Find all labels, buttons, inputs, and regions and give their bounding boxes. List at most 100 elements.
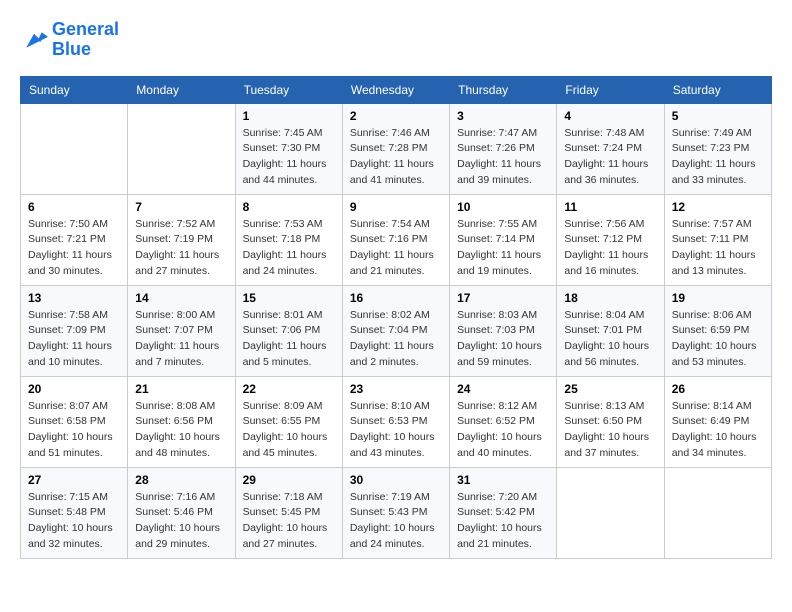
day-number: 31 bbox=[457, 473, 549, 487]
day-number: 26 bbox=[672, 382, 764, 396]
day-number: 9 bbox=[350, 200, 442, 214]
day-number: 3 bbox=[457, 109, 549, 123]
calendar-cell: 20 Sunrise: 8:07 AMSunset: 6:58 PMDayligh… bbox=[21, 376, 128, 467]
calendar-cell: 17 Sunrise: 8:03 AMSunset: 7:03 PMDayligh… bbox=[450, 285, 557, 376]
day-detail: Sunrise: 8:14 AMSunset: 6:49 PMDaylight:… bbox=[672, 399, 764, 462]
weekday-header-row: SundayMondayTuesdayWednesdayThursdayFrid… bbox=[21, 76, 772, 103]
day-detail: Sunrise: 8:13 AMSunset: 6:50 PMDaylight:… bbox=[564, 399, 656, 462]
day-detail: Sunrise: 7:57 AMSunset: 7:11 PMDaylight:… bbox=[672, 217, 764, 280]
logo: General Blue bbox=[20, 20, 119, 60]
calendar-cell: 16 Sunrise: 8:02 AMSunset: 7:04 PMDayligh… bbox=[342, 285, 449, 376]
day-detail: Sunrise: 7:55 AMSunset: 7:14 PMDaylight:… bbox=[457, 217, 549, 280]
day-detail: Sunrise: 8:03 AMSunset: 7:03 PMDaylight:… bbox=[457, 308, 549, 371]
calendar-cell: 8 Sunrise: 7:53 AMSunset: 7:18 PMDaylight… bbox=[235, 194, 342, 285]
day-detail: Sunrise: 7:48 AMSunset: 7:24 PMDaylight:… bbox=[564, 126, 656, 189]
day-number: 29 bbox=[243, 473, 335, 487]
day-number: 19 bbox=[672, 291, 764, 305]
day-number: 4 bbox=[564, 109, 656, 123]
day-number: 16 bbox=[350, 291, 442, 305]
day-number: 28 bbox=[135, 473, 227, 487]
calendar-cell bbox=[21, 103, 128, 194]
day-detail: Sunrise: 8:01 AMSunset: 7:06 PMDaylight:… bbox=[243, 308, 335, 371]
day-number: 11 bbox=[564, 200, 656, 214]
day-number: 18 bbox=[564, 291, 656, 305]
calendar-cell: 29 Sunrise: 7:18 AMSunset: 5:45 PMDayligh… bbox=[235, 467, 342, 558]
calendar-cell: 7Sunrise: 7:52 AMSunset: 7:19 PMDaylight… bbox=[128, 194, 235, 285]
weekday-header-monday: Monday bbox=[128, 76, 235, 103]
day-detail: Sunrise: 8:06 AMSunset: 6:59 PMDaylight:… bbox=[672, 308, 764, 371]
day-detail: Sunrise: 8:12 AMSunset: 6:52 PMDaylight:… bbox=[457, 399, 549, 462]
calendar-cell: 12 Sunrise: 7:57 AMSunset: 7:11 PMDayligh… bbox=[664, 194, 771, 285]
logo-text: General Blue bbox=[52, 20, 119, 60]
day-number: 25 bbox=[564, 382, 656, 396]
day-detail: Sunrise: 7:20 AMSunset: 5:42 PMDaylight:… bbox=[457, 490, 549, 553]
calendar-cell: 15Sunrise: 8:01 AMSunset: 7:06 PMDayligh… bbox=[235, 285, 342, 376]
day-detail: Sunrise: 7:47 AMSunset: 7:26 PMDaylight:… bbox=[457, 126, 549, 189]
day-detail: Sunrise: 7:53 AMSunset: 7:18 PMDaylight:… bbox=[243, 217, 335, 280]
day-number: 1 bbox=[243, 109, 335, 123]
day-detail: Sunrise: 7:50 AMSunset: 7:21 PMDaylight:… bbox=[28, 217, 120, 280]
day-detail: Sunrise: 8:10 AMSunset: 6:53 PMDaylight:… bbox=[350, 399, 442, 462]
calendar-week-4: 20 Sunrise: 8:07 AMSunset: 6:58 PMDayligh… bbox=[21, 376, 772, 467]
calendar-week-2: 6 Sunrise: 7:50 AMSunset: 7:21 PMDaylight… bbox=[21, 194, 772, 285]
day-number: 23 bbox=[350, 382, 442, 396]
day-number: 12 bbox=[672, 200, 764, 214]
calendar-cell: 6 Sunrise: 7:50 AMSunset: 7:21 PMDaylight… bbox=[21, 194, 128, 285]
day-number: 17 bbox=[457, 291, 549, 305]
day-detail: Sunrise: 7:52 AMSunset: 7:19 PMDaylight:… bbox=[135, 217, 227, 280]
calendar-cell: 18 Sunrise: 8:04 AMSunset: 7:01 PMDayligh… bbox=[557, 285, 664, 376]
day-detail: Sunrise: 8:02 AMSunset: 7:04 PMDaylight:… bbox=[350, 308, 442, 371]
weekday-header-saturday: Saturday bbox=[664, 76, 771, 103]
calendar-cell: 21 Sunrise: 8:08 AMSunset: 6:56 PMDayligh… bbox=[128, 376, 235, 467]
calendar-cell: 19 Sunrise: 8:06 AMSunset: 6:59 PMDayligh… bbox=[664, 285, 771, 376]
calendar-cell: 4 Sunrise: 7:48 AMSunset: 7:24 PMDaylight… bbox=[557, 103, 664, 194]
calendar-cell: 25 Sunrise: 8:13 AMSunset: 6:50 PMDayligh… bbox=[557, 376, 664, 467]
day-number: 24 bbox=[457, 382, 549, 396]
calendar-cell bbox=[128, 103, 235, 194]
day-detail: Sunrise: 8:07 AMSunset: 6:58 PMDaylight:… bbox=[28, 399, 120, 462]
calendar-cell: 13 Sunrise: 7:58 AMSunset: 7:09 PMDayligh… bbox=[21, 285, 128, 376]
calendar-cell: 30Sunrise: 7:19 AMSunset: 5:43 PMDayligh… bbox=[342, 467, 449, 558]
day-number: 20 bbox=[28, 382, 120, 396]
day-detail: Sunrise: 7:46 AMSunset: 7:28 PMDaylight:… bbox=[350, 126, 442, 189]
calendar-cell bbox=[664, 467, 771, 558]
day-detail: Sunrise: 7:18 AMSunset: 5:45 PMDaylight:… bbox=[243, 490, 335, 553]
calendar-cell: 10 Sunrise: 7:55 AMSunset: 7:14 PMDayligh… bbox=[450, 194, 557, 285]
weekday-header-friday: Friday bbox=[557, 76, 664, 103]
calendar-week-5: 27 Sunrise: 7:15 AMSunset: 5:48 PMDayligh… bbox=[21, 467, 772, 558]
day-detail: Sunrise: 8:08 AMSunset: 6:56 PMDaylight:… bbox=[135, 399, 227, 462]
calendar-cell: 9Sunrise: 7:54 AMSunset: 7:16 PMDaylight… bbox=[342, 194, 449, 285]
logo-icon bbox=[20, 26, 48, 54]
calendar-cell: 31 Sunrise: 7:20 AMSunset: 5:42 PMDayligh… bbox=[450, 467, 557, 558]
day-detail: Sunrise: 7:45 AMSunset: 7:30 PMDaylight:… bbox=[243, 126, 335, 189]
calendar-cell bbox=[557, 467, 664, 558]
calendar-cell: 3 Sunrise: 7:47 AMSunset: 7:26 PMDaylight… bbox=[450, 103, 557, 194]
day-number: 6 bbox=[28, 200, 120, 214]
calendar-cell: 23 Sunrise: 8:10 AMSunset: 6:53 PMDayligh… bbox=[342, 376, 449, 467]
calendar-cell: 14 Sunrise: 8:00 AMSunset: 7:07 PMDayligh… bbox=[128, 285, 235, 376]
calendar-cell: 5Sunrise: 7:49 AMSunset: 7:23 PMDaylight… bbox=[664, 103, 771, 194]
day-number: 14 bbox=[135, 291, 227, 305]
day-detail: Sunrise: 8:04 AMSunset: 7:01 PMDaylight:… bbox=[564, 308, 656, 371]
day-number: 13 bbox=[28, 291, 120, 305]
day-number: 8 bbox=[243, 200, 335, 214]
weekday-header-wednesday: Wednesday bbox=[342, 76, 449, 103]
weekday-header-tuesday: Tuesday bbox=[235, 76, 342, 103]
day-detail: Sunrise: 7:49 AMSunset: 7:23 PMDaylight:… bbox=[672, 126, 764, 189]
day-number: 21 bbox=[135, 382, 227, 396]
day-detail: Sunrise: 7:58 AMSunset: 7:09 PMDaylight:… bbox=[28, 308, 120, 371]
day-number: 27 bbox=[28, 473, 120, 487]
day-number: 2 bbox=[350, 109, 442, 123]
day-number: 30 bbox=[350, 473, 442, 487]
day-detail: Sunrise: 8:00 AMSunset: 7:07 PMDaylight:… bbox=[135, 308, 227, 371]
page-header: General Blue bbox=[20, 20, 772, 60]
day-number: 10 bbox=[457, 200, 549, 214]
calendar-table: SundayMondayTuesdayWednesdayThursdayFrid… bbox=[20, 76, 772, 559]
day-detail: Sunrise: 7:15 AMSunset: 5:48 PMDaylight:… bbox=[28, 490, 120, 553]
day-detail: Sunrise: 7:56 AMSunset: 7:12 PMDaylight:… bbox=[564, 217, 656, 280]
calendar-cell: 24 Sunrise: 8:12 AMSunset: 6:52 PMDayligh… bbox=[450, 376, 557, 467]
calendar-cell: 26 Sunrise: 8:14 AMSunset: 6:49 PMDayligh… bbox=[664, 376, 771, 467]
calendar-cell: 11 Sunrise: 7:56 AMSunset: 7:12 PMDayligh… bbox=[557, 194, 664, 285]
calendar-cell: 2 Sunrise: 7:46 AMSunset: 7:28 PMDaylight… bbox=[342, 103, 449, 194]
calendar-week-1: 1 Sunrise: 7:45 AMSunset: 7:30 PMDaylight… bbox=[21, 103, 772, 194]
